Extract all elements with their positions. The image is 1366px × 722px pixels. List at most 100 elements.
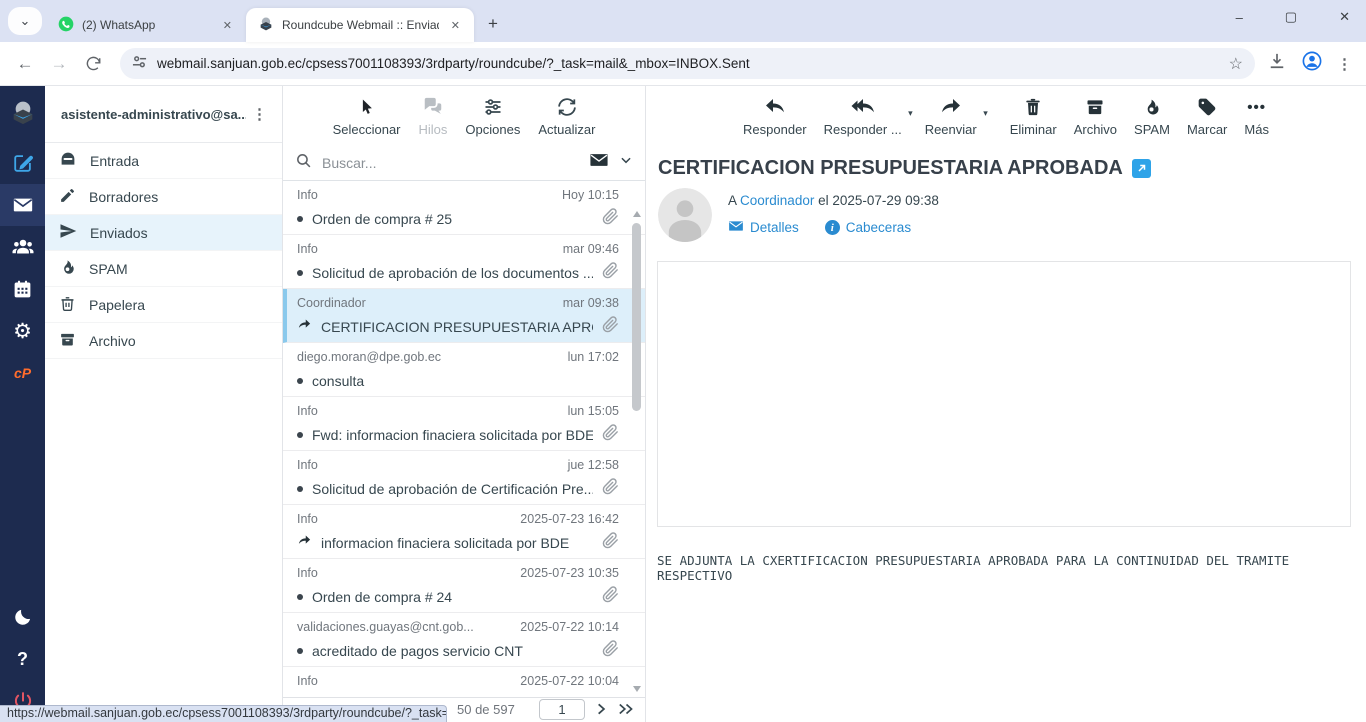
- unread-dot-icon: [297, 486, 303, 492]
- attachment-row: [670, 352, 1338, 380]
- spam-button[interactable]: SPAM: [1134, 95, 1170, 137]
- site-settings-icon[interactable]: [132, 54, 147, 74]
- next-page-icon[interactable]: [594, 702, 608, 719]
- message-list-item[interactable]: Info jue 12:58 Solicitud de aprobación d…: [283, 451, 645, 505]
- tab-search-button[interactable]: ⌄: [8, 7, 42, 35]
- attachment-icon: [602, 586, 619, 608]
- message-date: mar 09:38: [563, 296, 619, 310]
- message-date: 2025-07-23 10:35: [520, 566, 619, 580]
- headers-toggle[interactable]: i Cabeceras: [825, 218, 911, 237]
- message-list-item[interactable]: Info 2025-07-23 10:35 Orden de compra # …: [283, 559, 645, 613]
- message-list-item[interactable]: Info 2025-07-23 16:42 informacion finaci…: [283, 505, 645, 559]
- more-button[interactable]: ••• Más: [1244, 95, 1269, 137]
- forward-button[interactable]: Reenviar ▾: [925, 95, 977, 137]
- attachment-icon: [602, 208, 619, 230]
- dark-mode-button[interactable]: [0, 596, 45, 638]
- mark-messages-icon[interactable]: [589, 150, 609, 175]
- select-button[interactable]: Seleccionar: [333, 95, 401, 137]
- open-in-new-icon[interactable]: [1132, 159, 1151, 178]
- roundcube-app: ⚙ cP ? asistente-administrativo@sa... ⋮ …: [0, 86, 1366, 722]
- threads-button[interactable]: Hilos: [419, 95, 448, 137]
- forward-button[interactable]: →: [44, 49, 74, 79]
- folder-options-kebab-icon[interactable]: ⋮: [246, 105, 274, 123]
- scroll-up-arrow-icon[interactable]: [633, 211, 641, 217]
- help-button[interactable]: ?: [0, 638, 45, 680]
- inbox-icon: [59, 150, 77, 171]
- list-scrollbar[interactable]: [631, 211, 643, 692]
- folder-borradores[interactable]: Borradores: [45, 179, 282, 215]
- gear-icon: ⚙: [13, 319, 32, 344]
- browser-menu-icon[interactable]: ⋮: [1337, 55, 1352, 73]
- tab-close-icon[interactable]: ✕: [447, 17, 464, 34]
- refresh-icon: [557, 95, 577, 119]
- folder-label: Enviados: [90, 225, 148, 241]
- search-input[interactable]: [322, 155, 579, 171]
- calendar-nav-button[interactable]: [0, 268, 45, 310]
- scrollbar-thumb[interactable]: [632, 223, 641, 411]
- recipient-link[interactable]: Coordinador: [740, 193, 814, 208]
- back-button[interactable]: ←: [10, 49, 40, 79]
- restore-button[interactable]: ▢: [1279, 9, 1303, 25]
- page-number-input[interactable]: [539, 699, 585, 720]
- attachment-icon: [602, 262, 619, 284]
- message-list-item[interactable]: Info Hoy 10:15 Orden de compra # 25: [283, 181, 645, 235]
- bookmark-star-icon[interactable]: ☆: [1229, 54, 1243, 74]
- profile-avatar-icon[interactable]: [1301, 50, 1323, 77]
- last-page-icon[interactable]: [617, 702, 636, 719]
- archive-button[interactable]: Archivo: [1074, 95, 1117, 137]
- folder-label: SPAM: [89, 261, 128, 277]
- message-list-item[interactable]: Coordinador mar 09:38 CERTIFICACION PRES…: [283, 289, 645, 343]
- folder-spam[interactable]: SPAM: [45, 251, 282, 287]
- message-list-item[interactable]: diego.moran@dpe.gob.ec lun 17:02 consult…: [283, 343, 645, 397]
- search-scope-chevron-icon[interactable]: [619, 153, 633, 172]
- unread-dot-icon: [297, 648, 303, 654]
- attachment-row: [670, 380, 1338, 408]
- details-toggle[interactable]: Detalles: [728, 218, 799, 237]
- tab-close-icon[interactable]: ✕: [219, 17, 236, 34]
- close-window-button[interactable]: ✕: [1333, 9, 1356, 25]
- tab-whatsapp[interactable]: (2) WhatsApp ✕: [46, 8, 246, 42]
- attachment-icon: [602, 640, 619, 662]
- account-email: asistente-administrativo@sa...: [61, 107, 246, 122]
- address-bar[interactable]: webmail.sanjuan.gob.ec/cpsess7001108393/…: [120, 48, 1255, 79]
- message-list-item[interactable]: validaciones.guayas@cnt.gob... 2025-07-2…: [283, 613, 645, 667]
- folder-papelera[interactable]: Papelera: [45, 287, 282, 323]
- message-list-item[interactable]: Info lun 15:05 Fwd: informacion finacier…: [283, 397, 645, 451]
- info-icon: i: [825, 220, 840, 235]
- mail-nav-button[interactable]: [0, 184, 45, 226]
- folder-archivo[interactable]: Archivo: [45, 323, 282, 359]
- downloads-icon[interactable]: [1267, 51, 1287, 76]
- delete-button[interactable]: Eliminar: [1010, 95, 1057, 137]
- message-list-item[interactable]: Info mar 09:46 Solicitud de aprobación d…: [283, 235, 645, 289]
- folder-enviados[interactable]: Enviados: [45, 215, 282, 251]
- folder-panel: asistente-administrativo@sa... ⋮ Entrada…: [45, 86, 283, 722]
- message-sender: Info: [297, 458, 560, 472]
- tag-icon: [1197, 95, 1217, 119]
- reply-all-caret-icon[interactable]: ▾: [908, 108, 913, 119]
- new-tab-button[interactable]: +: [474, 14, 510, 42]
- message-date-text: el 2025-07-29 09:38: [818, 193, 939, 208]
- list-options-button[interactable]: Opciones: [465, 95, 520, 137]
- refresh-button[interactable]: Actualizar: [538, 95, 595, 137]
- roundcube-logo-icon: [0, 92, 45, 134]
- forward-caret-icon[interactable]: ▾: [983, 108, 988, 119]
- unread-dot-icon: [297, 594, 303, 600]
- reply-all-button[interactable]: Responder ... ▾: [824, 95, 902, 137]
- reply-icon: [763, 95, 787, 119]
- reload-button[interactable]: [78, 49, 108, 79]
- browser-tab-bar: ⌄ (2) WhatsApp ✕ Roundcube Webmail :: En…: [0, 0, 1366, 42]
- message-sender: Info: [297, 674, 512, 688]
- folder-entrada[interactable]: Entrada: [45, 143, 282, 179]
- compose-button[interactable]: [0, 142, 45, 184]
- url-text[interactable]: webmail.sanjuan.gob.ec/cpsess7001108393/…: [157, 56, 1219, 71]
- cpanel-button[interactable]: cP: [0, 352, 45, 394]
- message-list-item[interactable]: Info 2025-07-22 10:04: [283, 667, 645, 697]
- message-subject: CERTIFICACION PRESUPUESTARIA APROB...: [321, 319, 593, 335]
- reply-button[interactable]: Responder: [743, 95, 807, 137]
- minimize-button[interactable]: –: [1230, 10, 1249, 25]
- mark-button[interactable]: Marcar: [1187, 95, 1227, 137]
- settings-nav-button[interactable]: ⚙: [0, 310, 45, 352]
- tab-roundcube[interactable]: Roundcube Webmail :: Enviados ✕: [246, 8, 474, 42]
- contacts-nav-button[interactable]: [0, 226, 45, 268]
- scroll-down-arrow-icon[interactable]: [633, 686, 641, 692]
